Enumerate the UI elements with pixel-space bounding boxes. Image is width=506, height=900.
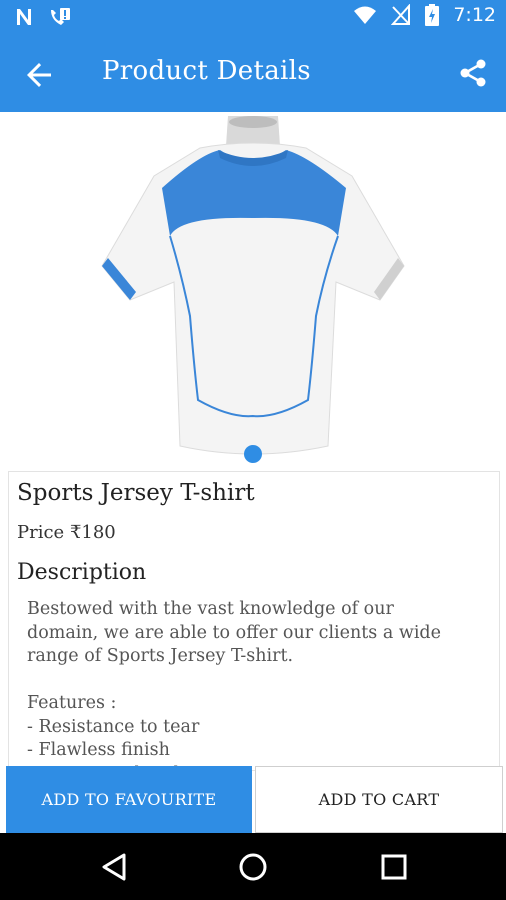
system-nav-bar bbox=[0, 833, 506, 900]
feature-item: - Flawless finish bbox=[27, 740, 170, 760]
description-text: Bestowed with the vast knowledge of our … bbox=[27, 598, 487, 770]
product-details-card: Sports Jersey T-shirt Price ₹180 Descrip… bbox=[8, 471, 500, 771]
arrow-back-icon[interactable] bbox=[24, 60, 54, 90]
status-bar: 7:12 bbox=[0, 0, 506, 36]
price-label: Price bbox=[17, 522, 65, 543]
status-time: 7:12 bbox=[453, 4, 496, 26]
description-line: range of Sports Jersey T-shirt. bbox=[27, 646, 294, 666]
price-row: Price ₹180 bbox=[17, 522, 116, 543]
product-name: Sports Jersey T-shirt bbox=[17, 480, 255, 506]
wifi-icon bbox=[354, 6, 377, 24]
features-heading: Features : bbox=[27, 693, 117, 713]
app-bar: Product Details bbox=[0, 36, 506, 112]
description-line: domain, we are able to offer our clients… bbox=[27, 622, 441, 643]
feature-item: - Resistance to tear bbox=[27, 716, 200, 737]
description-line: Bestowed with the vast knowledge of our bbox=[27, 599, 394, 619]
share-icon[interactable] bbox=[458, 58, 488, 88]
recents-square-icon[interactable] bbox=[378, 851, 410, 883]
no-signal-icon bbox=[391, 4, 411, 25]
carousel-indicator[interactable] bbox=[244, 445, 262, 463]
back-triangle-icon[interactable] bbox=[98, 851, 130, 883]
add-to-cart-button[interactable]: ADD TO CART bbox=[255, 766, 503, 833]
phone-missed-icon bbox=[51, 8, 70, 25]
home-circle-icon[interactable] bbox=[237, 851, 269, 883]
description-heading: Description bbox=[17, 560, 147, 585]
battery-charging-icon bbox=[425, 4, 440, 26]
n-notification-icon bbox=[17, 9, 31, 25]
add-to-favourite-button[interactable]: ADD TO FAVOURITE bbox=[6, 766, 252, 833]
product-image[interactable] bbox=[90, 116, 416, 456]
price-value: ₹180 bbox=[69, 522, 116, 543]
page-title: Product Details bbox=[102, 56, 311, 86]
